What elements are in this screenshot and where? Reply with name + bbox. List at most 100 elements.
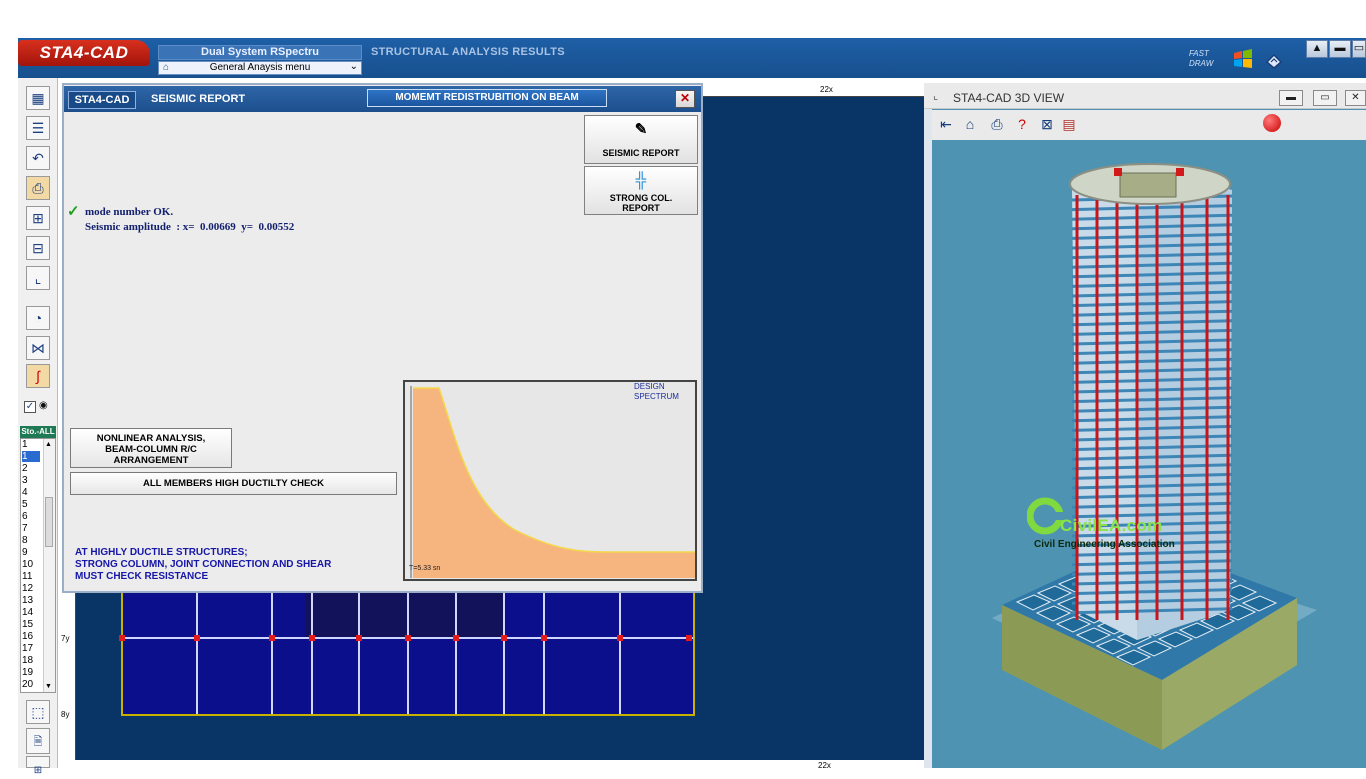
scroll-up-icon[interactable]: ▲ (45, 441, 52, 448)
column-node[interactable] (453, 635, 459, 641)
scroll-thumb[interactable] (45, 497, 53, 547)
column-node[interactable] (194, 635, 200, 641)
story-item[interactable]: 4 (22, 487, 28, 498)
column-node[interactable] (405, 635, 411, 641)
seismic-report-button[interactable]: ✎ SEISMIC REPORT (584, 115, 698, 164)
story-item[interactable]: 5 (22, 499, 28, 510)
strong-column-report-button[interactable]: ╬ STRONG COL. REPORT (584, 166, 698, 215)
nonlinear-label-1: NONLINEAR ANALYSIS, (96, 433, 206, 444)
column-node[interactable] (119, 635, 125, 641)
story-item[interactable]: 18 (22, 655, 33, 666)
option-checkbox[interactable]: ✓ (24, 401, 36, 413)
frame-tool-button[interactable]: ⊞ (26, 206, 50, 230)
check-icon: ✓ (67, 203, 80, 220)
floor-plan-core (306, 590, 506, 638)
story-scrollbar[interactable]: ▲ ▼ (43, 439, 55, 692)
ductility-note-line-2: STRONG COLUMN, JOINT CONNECTION AND SHEA… (75, 559, 332, 570)
story-all-header[interactable]: Sto.-ALL (20, 426, 56, 438)
pie-tool-button[interactable]: ◔ (26, 306, 50, 330)
record-button[interactable] (1263, 114, 1281, 132)
analysis-menu-select[interactable]: ⌂ General Anaysis menu ⌄ (158, 61, 362, 75)
scroll-down-icon[interactable]: ▼ (45, 683, 52, 690)
column-node[interactable] (686, 635, 692, 641)
column-node[interactable] (309, 635, 315, 641)
mode-number-status: mode number OK. (85, 206, 174, 218)
story-item[interactable]: 20 (22, 679, 33, 690)
print-tool-button[interactable]: ⎙ (26, 176, 50, 200)
story-item[interactable]: 19 (22, 667, 33, 678)
app-up-button[interactable]: ▲ (1306, 40, 1328, 58)
column-node[interactable] (501, 635, 507, 641)
nonlinear-analysis-button[interactable]: NONLINEAR ANALYSIS, BEAM-COLUMN R/C ARRA… (70, 428, 232, 468)
story-item[interactable]: 13 (22, 595, 33, 606)
house-icon: ⌂ (965, 116, 975, 132)
moment-redistribution-button[interactable]: MOMEMT REDISTRUBITION ON BEAM (367, 89, 607, 107)
ductility-note-line-1: AT HIGHLY DUCTILE STRUCTURES; (75, 547, 248, 558)
grid-line-vertical (543, 592, 545, 714)
story-item[interactable]: 6 (22, 511, 28, 522)
toggle-view-button[interactable]: ⊠ (1036, 113, 1058, 135)
building-3d-model[interactable] (932, 140, 1366, 768)
column-node[interactable] (617, 635, 623, 641)
option-radio[interactable]: ◉ (39, 400, 48, 411)
view-3d-minimize-button[interactable]: ▬ (1279, 90, 1303, 106)
graph-icon: ⌞ (34, 270, 42, 286)
close-icon: ✕ (679, 91, 691, 105)
analysis-menu-value: General Anaysis menu (209, 62, 311, 73)
windows-flag-icon[interactable] (1232, 48, 1254, 70)
building-tool-button[interactable]: ▦ (26, 86, 50, 110)
plan-icon: ⊟ (32, 240, 44, 256)
list-icon: ☰ (31, 120, 45, 136)
home-view-button[interactable]: ⌂ (959, 113, 981, 135)
edit-pencil-icon: ✎ (634, 121, 648, 138)
plan-tool-button[interactable]: ⊟ (26, 236, 50, 260)
column-node[interactable] (356, 635, 362, 641)
story-item[interactable]: 12 (22, 583, 33, 594)
story-item[interactable]: 7 (22, 523, 28, 534)
grid-line-vertical (503, 592, 505, 714)
story-item[interactable]: 14 (22, 607, 33, 618)
story-item[interactable]: 1 (22, 439, 28, 450)
print-3d-button[interactable]: ⎙ (986, 113, 1008, 135)
view-3d-restore-button[interactable]: ▭ (1313, 90, 1337, 106)
story-item[interactable]: 9 (22, 547, 28, 558)
ductility-check-button[interactable]: ALL MEMBERS HIGH DUCTILTY CHECK (70, 472, 397, 495)
grid-line-vertical (358, 592, 360, 714)
story-item[interactable]: 8 (22, 535, 28, 546)
column-node[interactable] (269, 635, 275, 641)
story-item[interactable]: 16 (22, 631, 33, 642)
story-item[interactable]: 17 (22, 643, 33, 654)
cube-tool-button[interactable]: ⬚ (26, 700, 50, 724)
spectrum-curve (410, 386, 695, 578)
view-3d-close-button[interactable]: ✕ (1345, 90, 1366, 106)
story-item[interactable]: 3 (22, 475, 28, 486)
story-item[interactable]: 15 (22, 619, 33, 630)
wall-view-button[interactable]: ▤ (1058, 113, 1080, 135)
story-item[interactable]: 11 (22, 571, 32, 582)
column-node[interactable] (541, 635, 547, 641)
all-stories-button[interactable]: 🗎 (26, 728, 50, 754)
strong-col-label-2: REPORT (622, 203, 660, 213)
seismic-amplitude: Seismic amplitude : x= 0.00669 y= 0.0055… (85, 221, 295, 233)
beam-icon: ⋈ (31, 340, 45, 356)
home-icon: ⌂ (163, 62, 170, 73)
back-frame-button[interactable]: ⇤ (935, 113, 957, 135)
fast-draw-label-1: FAST (1189, 49, 1209, 58)
story-item[interactable]: 1 (22, 451, 40, 462)
story-item[interactable]: 2 (22, 463, 28, 474)
help-button[interactable]: ? (1011, 113, 1033, 135)
view-3d-title: STA4-CAD 3D VIEW (953, 91, 1065, 105)
app-minimize-button[interactable]: ▬ (1329, 40, 1351, 58)
story-item[interactable]: 10 (22, 559, 33, 570)
report-list-button[interactable]: ☰ (26, 116, 50, 140)
beam-tool-button[interactable]: ⋈ (26, 336, 50, 360)
settings-tool-icon[interactable] (1264, 52, 1284, 70)
fast-draw-button[interactable]: FAST DRAW (1189, 49, 1213, 69)
app-restore-button[interactable]: ▭ (1352, 40, 1366, 58)
undo-tool-button[interactable]: ↶ (26, 146, 50, 170)
nonlinear-label-3: ARRANGEMENT (113, 455, 189, 466)
moment-tool-button[interactable]: ∫ (26, 364, 50, 388)
table-tool-button[interactable]: ⊞ (26, 756, 50, 776)
close-button[interactable]: ✕ (675, 90, 695, 108)
graph-tool-button[interactable]: ⌞ (26, 266, 50, 290)
